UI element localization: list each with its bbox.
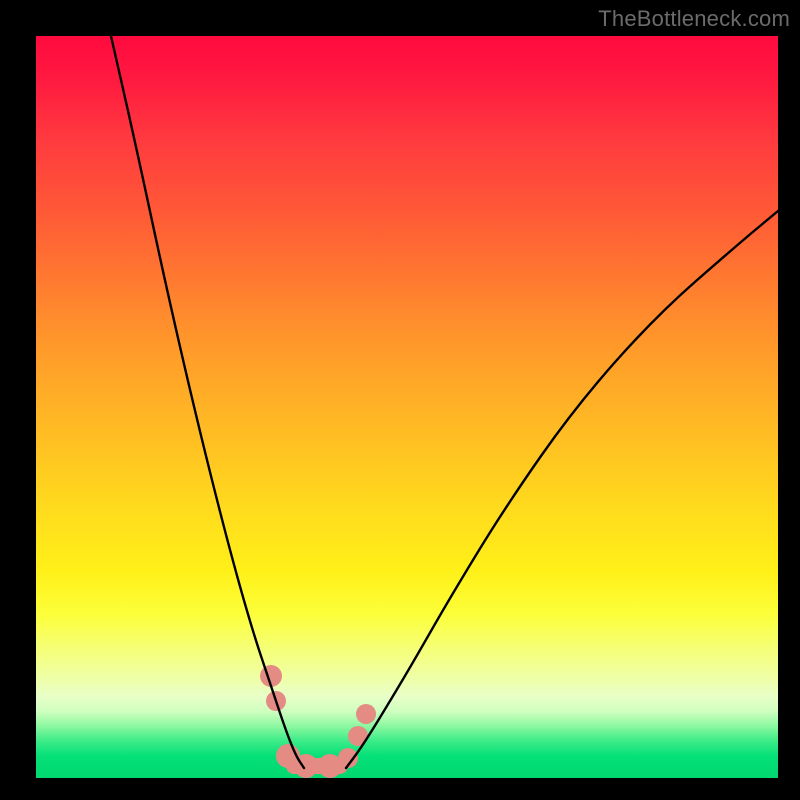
outer-frame: TheBottleneck.com [0, 0, 800, 800]
left-curve [111, 36, 304, 768]
plot-area [36, 36, 778, 778]
right-curve [346, 211, 778, 768]
marker-dot [356, 704, 376, 724]
curve-layer [36, 36, 778, 778]
watermark-text: TheBottleneck.com [598, 6, 790, 32]
bottom-band [286, 758, 348, 774]
